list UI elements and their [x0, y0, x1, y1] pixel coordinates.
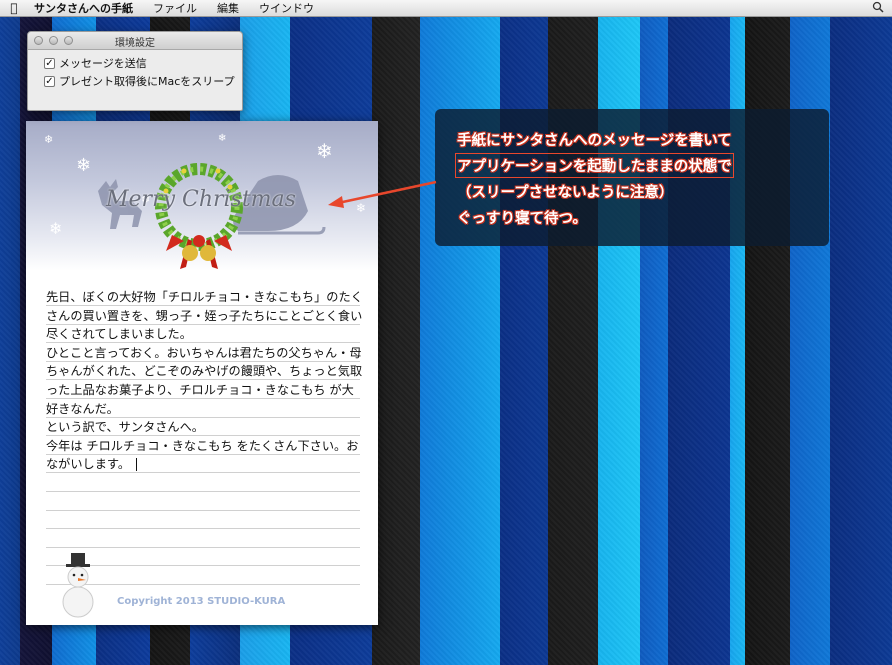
snowflake-icon: ❄ — [218, 133, 227, 144]
sleep-option[interactable]: ✓ プレゼント取得後にMacをスリープ — [44, 72, 242, 90]
letter-line: ちゃんがくれた、どこぞのみやげの饅頭や、ちょっと気取 — [46, 364, 363, 379]
snowflake-icon: ❄ — [316, 139, 333, 163]
sleep-checkbox[interactable]: ✓ — [44, 75, 55, 87]
annotation-line-2: アプリケーションを起動したままの状態で — [455, 153, 734, 178]
annotation-line-3: （スリープさせないように注意） — [457, 185, 674, 201]
sleep-label: プレゼント取得後にMacをスリープ — [59, 75, 235, 88]
menu-window[interactable]: ウインドウ — [249, 0, 324, 16]
letter-line: 好きなんだ。 — [46, 401, 119, 416]
letter-line: った上品なお菓子より、チロルチョコ・きなこもち が大 — [46, 382, 354, 397]
preferences-titlebar[interactable]: 環境設定 — [28, 32, 242, 50]
snowman-icon — [62, 553, 94, 618]
text-cursor — [136, 458, 138, 472]
letter-text-area[interactable]: 先日、ぼくの大好物「チロルチョコ・きなこもち」のたく さんの買い置きを、甥っ子・… — [46, 288, 364, 474]
preferences-window: 環境設定 ✓ メッセージを送信 ✓ プレゼント取得後にMacをスリープ — [27, 31, 243, 111]
snowflake-icon: ❄ — [49, 219, 63, 238]
ruled-line — [46, 528, 360, 529]
send-message-label: メッセージを送信 — [59, 57, 147, 70]
letter-line: さんの買い置きを、甥っ子・姪っ子たちにことごとく食い — [46, 308, 363, 323]
annotation-box: 手紙にサンタさんへのメッセージを書いて アプリケーションを起動したままの状態で … — [435, 109, 829, 246]
letter-line: ながいします。 — [46, 457, 131, 472]
snowflake-icon: ❄ — [44, 133, 54, 146]
preferences-title: 環境設定 — [115, 38, 155, 49]
wreath-icon — [155, 163, 243, 269]
ruled-line — [46, 510, 360, 511]
copyright-text: Copyright 2013 STUDIO-KURA — [117, 596, 286, 607]
annotation-arrow-icon — [328, 180, 437, 208]
letter-line: 今年は チロルチョコ・きなこもち をたくさん下さい。お — [46, 438, 359, 453]
send-message-checkbox[interactable]: ✓ — [44, 57, 55, 69]
ruled-line — [46, 491, 360, 492]
annotation-line-1: 手紙にサンタさんへのメッセージを書いて — [457, 133, 732, 149]
ruled-line — [46, 547, 360, 548]
letter-line: 先日、ぼくの大好物「チロルチョコ・きなこもち」のたく — [46, 290, 363, 304]
search-icon[interactable] — [872, 1, 892, 16]
app-menu[interactable]: サンタさんへの手紙 — [28, 0, 143, 16]
letter-line: ひとこと言っておく。おいちゃんは君たちの父ちゃん・母 — [46, 345, 362, 360]
annotation-line-4: ぐっすり寝て待つ。 — [457, 211, 587, 227]
letter-line: という訳で、サンタさんへ。 — [46, 420, 204, 435]
send-message-option[interactable]: ✓ メッセージを送信 — [44, 54, 242, 72]
menu-edit[interactable]: 編集 — [207, 0, 249, 16]
menu-file[interactable]: ファイル — [143, 0, 207, 16]
apple-menu-icon[interactable]:  — [0, 1, 28, 15]
menu-bar:  サンタさんへの手紙 ファイル 編集 ウインドウ — [0, 0, 892, 17]
merry-christmas-title: Merry Christmas — [106, 187, 296, 212]
letter-line: 尽くされてしまいました。 — [46, 327, 192, 342]
